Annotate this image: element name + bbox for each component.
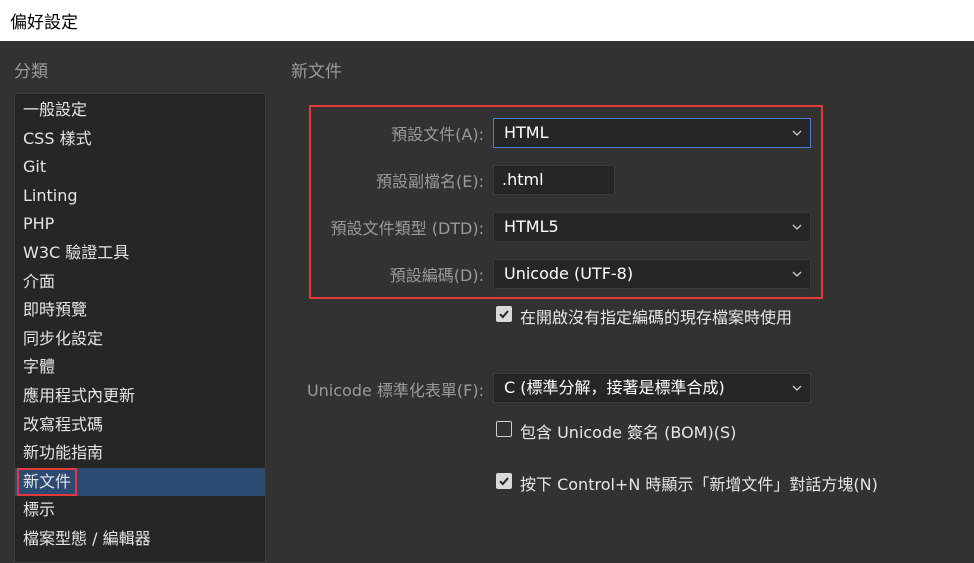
category-item[interactable]: 介面 [15,268,265,296]
chevron-down-icon [792,224,802,230]
window-title: 偏好設定 [10,13,78,33]
category-item-label: 標示 [23,500,56,520]
category-item-label: 一般設定 [23,100,88,119]
category-item[interactable]: Git [15,153,265,181]
category-item[interactable]: 字體 [15,353,265,381]
normalization-label: Unicode 標準化表單(F): [306,381,484,400]
checkbox-checked-icon [496,473,512,489]
include-bom-label: 包含 Unicode 簽名 (BOM)(S) [520,423,737,442]
default-document-label: 預設文件(A): [391,125,484,144]
category-list[interactable]: 一般設定 CSS 樣式 Git Linting PHP W3C 驗證工具 介面即時預覽同步化… [14,93,266,563]
category-item[interactable]: 應用程式內更新 [15,382,265,410]
default-dtd-label: 預設文件類型 (DTD): [330,219,484,238]
default-extension-label: 預設副檔名(E): [376,172,484,191]
category-item-label: Linting [23,185,78,205]
category-item[interactable]: W3C 驗證工具 [15,239,265,267]
category-item[interactable]: 同步化設定 [15,325,265,353]
default-dtd-select[interactable]: HTML5 [493,212,811,242]
default-document-select[interactable]: HTML [493,118,811,148]
category-item[interactable]: 新功能指南 [15,439,265,467]
category-item-label: 新功能指南 [23,443,104,463]
category-item-label: PHP [23,214,55,234]
chevron-down-icon [792,130,802,136]
category-item-label: 同步化設定 [23,328,104,348]
preferences-content: 分類 一般設定 CSS 樣式 Git Linting PHP W3C 驗證工具 介面即時預覽… [0,41,974,563]
category-item-label: 應用程式內更新 [23,386,136,405]
category-heading: 分類 [14,62,48,82]
default-encoding-select[interactable]: Unicode (UTF-8) [493,259,811,289]
category-item-label: 介面 [23,271,56,291]
default-document-value: HTML [504,123,549,142]
category-item-label: 字體 [23,357,56,377]
category-item-label: 改寫程式碼 [23,414,104,434]
category-item[interactable]: 即時預覽 [15,296,265,324]
category-item-label: CSS 樣式 [23,128,92,148]
chevron-down-icon [792,271,802,277]
default-extension-value: .html [502,170,544,189]
category-item[interactable]: 標示 [15,496,265,524]
category-item-label: 即時預覽 [23,300,88,320]
title-bar: 偏好設定 [0,0,974,41]
use-when-opening-label: 在開啟沒有指定編碼的現存檔案時使用 [520,308,793,327]
category-item[interactable]: PHP [15,210,265,238]
default-extension-input[interactable]: .html [493,165,615,195]
section-title: 新文件 [291,62,342,82]
normalization-value: C (標準分解，接著是標準合成) [504,378,725,397]
default-dtd-value: HTML5 [504,217,559,236]
default-encoding-label: 預設編碼(D): [389,266,484,285]
category-item[interactable]: 檔案型態 / 編輯器 [15,525,265,553]
category-item-label: 檔案型態 / 編輯器 [23,529,151,548]
category-item[interactable]: CSS 樣式 [15,125,265,153]
checkbox-checked-icon [496,306,512,322]
default-encoding-value: Unicode (UTF-8) [504,264,634,283]
category-item-label: W3C 驗證工具 [23,243,130,262]
show-new-document-dialog-label: 按下 Control+N 時顯示「新增文件」對話方塊(N) [520,475,878,494]
normalization-select[interactable]: C (標準分解，接著是標準合成) [493,373,811,403]
checkbox-unchecked-icon [496,421,512,437]
chevron-down-icon [792,385,802,391]
category-item-label: Git [23,157,47,177]
category-item[interactable]: 新文件 [15,467,265,496]
category-item[interactable]: 改寫程式碼 [15,411,265,439]
category-item[interactable]: Linting [15,182,265,210]
category-item[interactable]: 一般設定 [15,96,265,124]
category-item-label: 新文件 [17,467,78,496]
